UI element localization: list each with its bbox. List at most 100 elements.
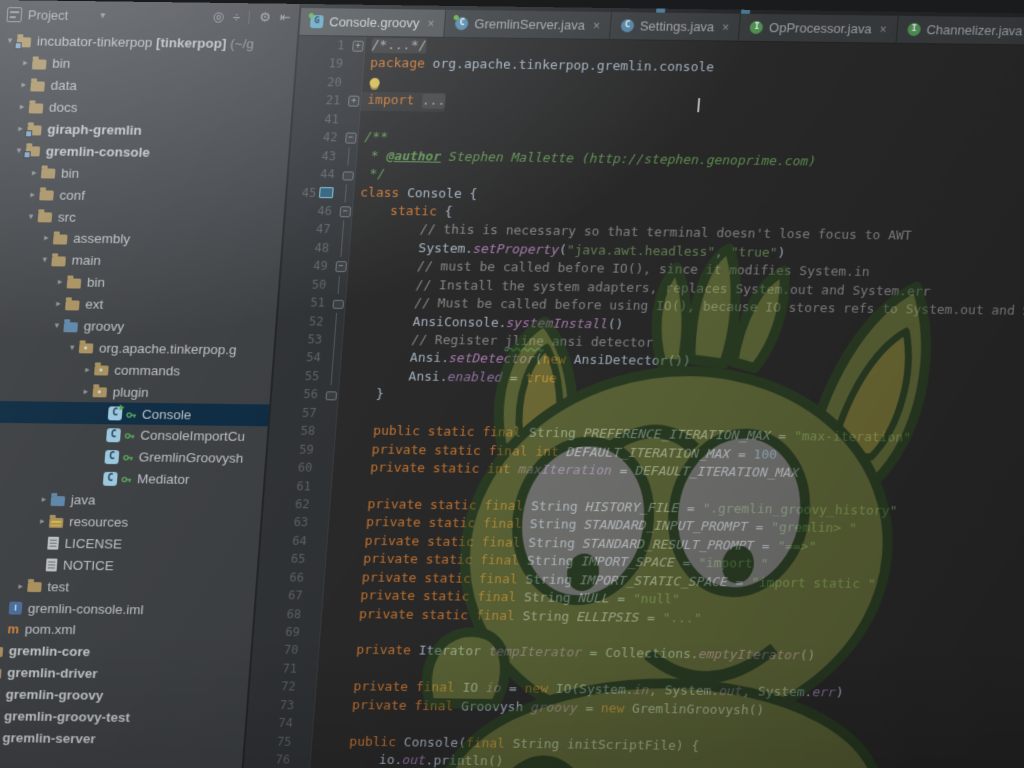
tab-label: GremlinServer.java: [474, 16, 586, 32]
fold-gutter: [305, 623, 321, 641]
settings-gear-icon[interactable]: ⚙: [259, 9, 272, 25]
editor-tab-opprocessor-java[interactable]: IOpProcessor.java×: [739, 14, 899, 43]
code-token: package: [370, 56, 426, 72]
project-view-dropdown[interactable]: ▾: [100, 10, 207, 22]
expand-arrow-icon[interactable]: ▸: [80, 364, 95, 375]
line-number: 69: [253, 623, 306, 642]
code-line-text[interactable]: [313, 715, 320, 733]
code-line-text[interactable]: [359, 110, 366, 128]
hide-panel-icon[interactable]: ⇤: [279, 10, 291, 26]
folder-pkg-icon: [79, 344, 94, 354]
code-token: (): [799, 649, 816, 664]
fold-marker-icon[interactable]: +: [348, 96, 360, 107]
expand-arrow-icon[interactable]: ▸: [15, 101, 30, 112]
tab-close-icon[interactable]: ×: [879, 22, 887, 36]
tree-item-label: bin: [61, 165, 80, 180]
code-token: (): [487, 754, 504, 768]
fold-marker-icon[interactable]: −: [345, 133, 357, 144]
expand-arrow-icon[interactable]: ▸: [16, 79, 31, 90]
code-token: "==>": [777, 539, 817, 554]
expand-arrow-icon[interactable]: ▾: [37, 254, 52, 265]
fold-marker-icon[interactable]: +: [352, 41, 364, 52]
folder-icon: [39, 191, 54, 201]
code-token: private static final: [333, 533, 521, 550]
expand-arrow-icon[interactable]: ▸: [27, 167, 42, 178]
folder-source-icon: [51, 496, 66, 506]
code-token: io.: [316, 752, 403, 768]
locate-icon[interactable]: ◎: [212, 9, 225, 25]
tab-close-icon[interactable]: ×: [427, 16, 435, 30]
folder-module-icon: [0, 647, 3, 657]
expand-arrow-icon[interactable]: ▸: [35, 516, 50, 527]
tree-item-notice[interactable]: NOTICE: [0, 553, 258, 579]
fold-marker-icon[interactable]: −: [339, 206, 351, 217]
toolbar-icon: [656, 9, 665, 13]
folder-icon: [32, 59, 47, 69]
editor-tab-gremlinserver-java[interactable]: CGremlinServer.java×: [445, 10, 612, 39]
tree-item-label: gremlin-console: [45, 143, 150, 159]
tree-item-gremlin-server[interactable]: ▸gremlin-server: [0, 726, 245, 752]
expand-arrow-icon[interactable]: ▸: [39, 233, 54, 244]
code-line-text[interactable]: /**: [358, 129, 389, 148]
tree-item-pom-xml[interactable]: mpom.xml: [0, 618, 253, 644]
fold-guide-line: [347, 147, 349, 165]
expand-arrow-icon[interactable]: ▸: [25, 189, 40, 200]
expand-arrow-icon[interactable]: ▾: [24, 211, 39, 222]
code-line-text[interactable]: */: [355, 166, 386, 185]
code-line-text[interactable]: class Console {: [354, 184, 479, 204]
fold-marker-icon[interactable]: [325, 392, 337, 401]
expand-arrow-icon[interactable]: ▾: [65, 342, 80, 353]
code-line-text[interactable]: static {: [352, 202, 453, 222]
expand-arrow-icon[interactable]: ▸: [18, 58, 33, 69]
code-token: @author: [386, 149, 442, 165]
code-line-text[interactable]: [317, 660, 324, 678]
code-line-text[interactable]: /*...*/: [365, 37, 427, 56]
tab-close-icon[interactable]: ×: [592, 18, 600, 32]
code-line-text[interactable]: }: [338, 386, 384, 405]
folder-module-icon: [17, 37, 32, 47]
code-token: String initScriptFile) {: [504, 736, 699, 753]
fold-gutter: [297, 733, 313, 751]
code-line-text[interactable]: [337, 404, 344, 422]
expand-arrow-icon[interactable]: ▾: [49, 320, 64, 331]
expand-arrow-icon[interactable]: ▸: [37, 494, 52, 505]
fold-marker-icon[interactable]: [342, 171, 354, 180]
iml-icon: I: [9, 601, 23, 614]
tree-item-gremlin-groovy[interactable]: ▸gremlin-groovy: [0, 683, 248, 709]
editor-area: GConsole.groovy×CGremlinServer.java×CSet…: [241, 4, 1024, 768]
expand-arrow-icon[interactable]: ▸: [13, 581, 28, 592]
tree-item-gremlin-groovy-test[interactable]: ▸gremlin-groovy-test: [0, 704, 246, 730]
fold-guide-line: [345, 184, 347, 202]
gutter-class-icon: [319, 187, 334, 198]
tree-item-gremlin-core[interactable]: ▸gremlin-core: [0, 639, 251, 665]
fold-gutter: [325, 367, 341, 386]
editor-tab-settings-java[interactable]: CSettings.java×: [610, 12, 741, 41]
expand-arrow-icon[interactable]: ▸: [79, 386, 94, 397]
fold-marker-icon[interactable]: [332, 300, 344, 309]
tree-item-gremlin-driver[interactable]: ▸gremlin-driver: [0, 661, 250, 687]
groovy-class-icon: G: [310, 15, 324, 28]
expand-arrow-icon[interactable]: ▸: [51, 298, 66, 309]
code-line-text[interactable]: import ...: [361, 92, 447, 112]
intention-bulb-icon[interactable]: [369, 78, 380, 88]
code-token: AnsiConsole.: [350, 314, 507, 331]
expand-arrow-icon[interactable]: ▸: [53, 277, 68, 288]
code-line-text[interactable]: io.out.println(): [310, 751, 504, 768]
code-editor[interactable]: 1+/*...*/19package org.apache.tinkerpop.…: [241, 36, 1024, 768]
tree-item-label: Mediator: [137, 472, 190, 488]
collapse-all-icon[interactable]: ÷: [232, 10, 240, 25]
code-line-text[interactable]: [320, 624, 327, 642]
fold-gutter: [302, 660, 318, 678]
editor-tab-channelizer-java[interactable]: IChannelizer.java: [897, 16, 1024, 45]
tree-item-gremlin-console-iml[interactable]: Igremlin-console.iml: [0, 596, 254, 622]
fold-marker-icon[interactable]: −: [335, 261, 347, 272]
code-line-text[interactable]: [331, 477, 338, 495]
tree-item-test[interactable]: ▸test: [0, 574, 256, 600]
code-line-text[interactable]: [362, 74, 382, 93]
code-token: DEFAULT_ITERATION_MAX: [635, 464, 800, 481]
editor-tab-console-groovy[interactable]: GConsole.groovy×: [299, 8, 446, 37]
tab-close-icon[interactable]: ×: [722, 20, 730, 34]
tree-item-label: commands: [114, 362, 181, 378]
code-token: // Register: [348, 332, 505, 349]
code-token: Ansi.: [346, 369, 448, 385]
